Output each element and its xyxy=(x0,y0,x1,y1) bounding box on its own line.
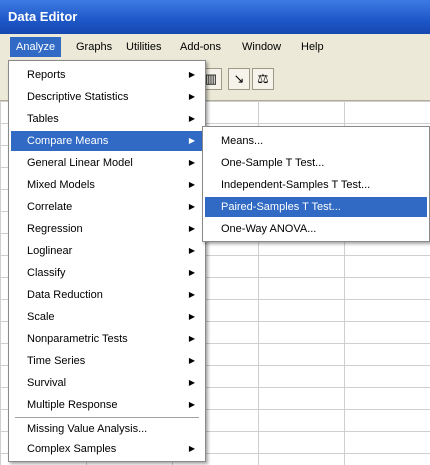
menu-item-nonparametric-tests[interactable]: Nonparametric Tests ▶ xyxy=(11,329,203,349)
menu-item-classify[interactable]: Classify ▶ xyxy=(11,263,203,283)
menu-item-one-sample-t-test[interactable]: One-Sample T Test... xyxy=(205,153,427,173)
menu-separator xyxy=(15,417,199,418)
submenu-arrow-icon: ▶ xyxy=(188,180,195,189)
menu-item-time-series[interactable]: Time Series ▶ xyxy=(11,351,203,371)
compare-means-submenu: Means... One-Sample T Test... Independen… xyxy=(202,126,430,242)
submenu-arrow-icon: ▶ xyxy=(188,312,195,321)
menu-bar: Analyze Graphs Utilities Add-ons Window … xyxy=(0,34,430,61)
submenu-arrow-icon: ▶ xyxy=(188,224,195,233)
menu-item-one-way-anova[interactable]: One-Way ANOVA... xyxy=(205,219,427,239)
menu-item-survival[interactable]: Survival ▶ xyxy=(11,373,203,393)
menu-item-means[interactable]: Means... xyxy=(205,131,427,151)
submenu-arrow-icon: ▶ xyxy=(188,334,195,343)
menu-item-independent-samples-t-test[interactable]: Independent-Samples T Test... xyxy=(205,175,427,195)
menu-graphs[interactable]: Graphs xyxy=(70,37,118,57)
menu-item-compare-means[interactable]: Compare Means ▶ xyxy=(11,131,203,151)
menu-item-loglinear[interactable]: Loglinear ▶ xyxy=(11,241,203,261)
submenu-arrow-icon: ▶ xyxy=(188,136,195,145)
submenu-arrow-icon: ▶ xyxy=(188,356,195,365)
menu-analyze[interactable]: Analyze xyxy=(10,37,62,57)
menu-window[interactable]: Window xyxy=(236,37,287,57)
menu-item-missing-value-analysis[interactable]: Missing Value Analysis... xyxy=(11,419,203,439)
submenu-arrow-icon: ▶ xyxy=(188,268,195,277)
menu-item-mixed-models[interactable]: Mixed Models ▶ xyxy=(11,175,203,195)
menu-add-ons[interactable]: Add-ons xyxy=(174,37,227,57)
menu-utilities[interactable]: Utilities xyxy=(120,37,167,57)
submenu-arrow-icon: ▶ xyxy=(188,158,195,167)
submenu-arrow-icon: ▶ xyxy=(188,290,195,299)
analyze-menu: Reports ▶ Descriptive Statistics ▶ Tables ▶… xyxy=(8,60,206,462)
submenu-arrow-icon: ▶ xyxy=(188,114,195,123)
submenu-arrow-icon: ▶ xyxy=(188,70,195,79)
menu-item-reports[interactable]: Reports ▶ xyxy=(11,65,203,85)
submenu-arrow-icon: ▶ xyxy=(188,444,195,453)
submenu-arrow-icon: ▶ xyxy=(188,400,195,409)
window-title: Data Editor xyxy=(0,0,430,34)
menu-item-general-linear-model[interactable]: General Linear Model ▶ xyxy=(11,153,203,173)
menu-item-multiple-response[interactable]: Multiple Response ▶ xyxy=(11,395,203,415)
menu-item-data-reduction[interactable]: Data Reduction ▶ xyxy=(11,285,203,305)
menu-item-scale[interactable]: Scale ▶ xyxy=(11,307,203,327)
menu-item-correlate[interactable]: Correlate ▶ xyxy=(11,197,203,217)
menu-item-complex-samples[interactable]: Complex Samples ▶ xyxy=(11,439,203,459)
submenu-arrow-icon: ▶ xyxy=(188,246,195,255)
menu-item-regression[interactable]: Regression ▶ xyxy=(11,219,203,239)
menu-item-descriptive-statistics[interactable]: Descriptive Statistics ▶ xyxy=(11,87,203,107)
menu-item-paired-samples-t-test[interactable]: Paired-Samples T Test... xyxy=(205,197,427,217)
submenu-arrow-icon: ▶ xyxy=(188,378,195,387)
scales-icon[interactable]: ⚖ xyxy=(252,68,274,90)
pointer-icon[interactable]: ↘ xyxy=(228,68,250,90)
menu-item-tables[interactable]: Tables ▶ xyxy=(11,109,203,129)
menu-help[interactable]: Help xyxy=(295,37,330,57)
submenu-arrow-icon: ▶ xyxy=(188,202,195,211)
submenu-arrow-icon: ▶ xyxy=(188,92,195,101)
